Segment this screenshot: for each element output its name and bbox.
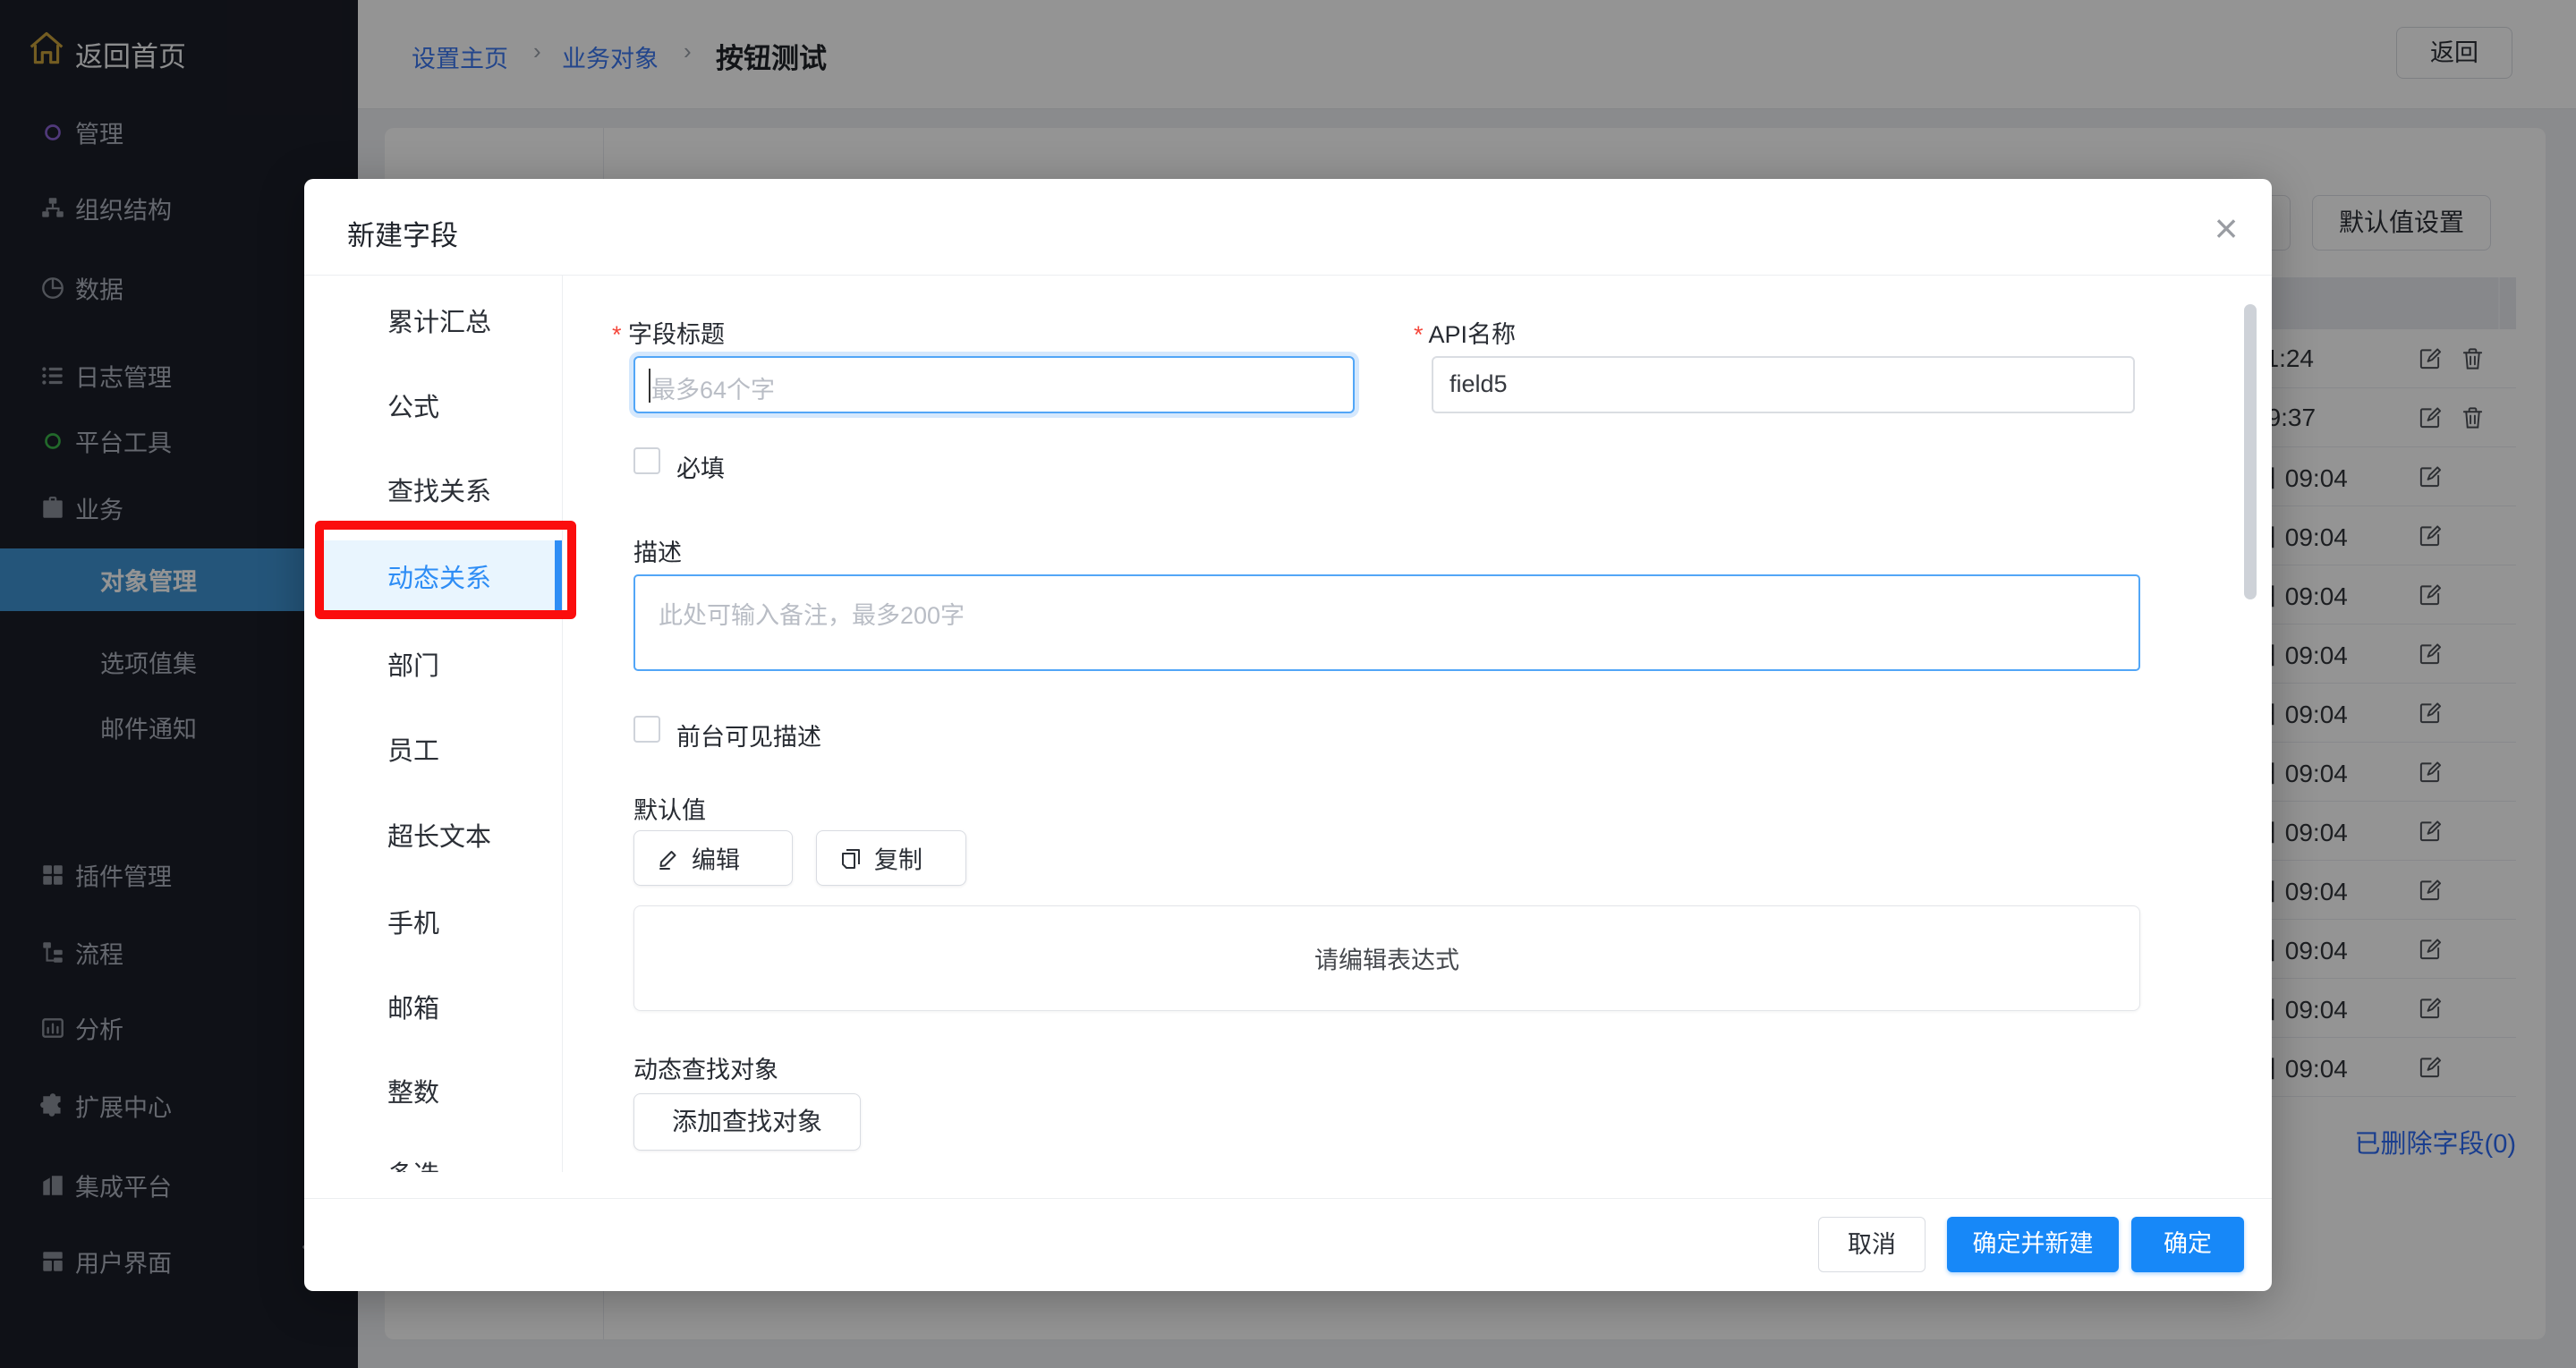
api-name-input[interactable]: field5 xyxy=(1432,356,2135,413)
tab-label: 员工 xyxy=(387,730,439,768)
tab-label: 超长文本 xyxy=(387,816,491,854)
tab-label: 邮箱 xyxy=(387,988,439,1025)
required-label[interactable]: 必填 xyxy=(676,449,725,484)
field-type-tab-3[interactable]: 查找关系 xyxy=(304,454,562,525)
tab-rail-divider xyxy=(562,275,563,1172)
expression-placeholder: 请编辑表达式 xyxy=(634,941,2139,976)
field-type-tab-11[interactable]: 多选 xyxy=(304,1137,562,1172)
tab-label: 多选 xyxy=(387,1154,439,1172)
front-visible-checkbox[interactable] xyxy=(633,716,660,743)
modal-scrollbar[interactable] xyxy=(2244,304,2257,599)
copy-button[interactable]: 复制 xyxy=(816,830,966,886)
tab-label: 整数 xyxy=(387,1072,439,1109)
tab-label: 动态关系 xyxy=(387,557,491,595)
field-type-tab-list: 累计汇总公式查找关系动态关系部门员工超长文本手机邮箱整数多选 xyxy=(304,275,562,1172)
edit-button-label: 编辑 xyxy=(692,841,740,876)
field-title-label: 字段标题 xyxy=(612,315,725,350)
cancel-button[interactable]: 取消 xyxy=(1818,1217,1926,1272)
add-lookup-object-button[interactable]: 添加查找对象 xyxy=(633,1093,861,1151)
dynamic-lookup-label: 动态查找对象 xyxy=(633,1050,778,1085)
field-type-tab-2[interactable]: 公式 xyxy=(304,370,562,441)
active-tab-indicator xyxy=(555,540,562,612)
field-type-tab-1[interactable]: 累计汇总 xyxy=(304,285,562,356)
api-name-label: API名称 xyxy=(1414,315,1516,350)
tab-label: 公式 xyxy=(387,387,439,424)
tab-label: 查找关系 xyxy=(387,471,491,508)
field-type-tab-10[interactable]: 整数 xyxy=(304,1055,562,1126)
default-value-label: 默认值 xyxy=(633,791,706,826)
api-name-value: field5 xyxy=(1450,370,1508,398)
copy-button-label: 复制 xyxy=(874,841,922,876)
description-label: 描述 xyxy=(633,533,682,568)
text-caret xyxy=(649,369,650,403)
tab-label: 部门 xyxy=(387,645,439,683)
pencil-icon xyxy=(656,845,681,871)
field-type-tab-4[interactable]: 动态关系 xyxy=(320,540,562,612)
field-type-tab-6[interactable]: 员工 xyxy=(304,713,562,785)
copy-icon xyxy=(838,845,863,871)
tab-label: 累计汇总 xyxy=(387,302,491,339)
field-type-tab-9[interactable]: 邮箱 xyxy=(304,971,562,1042)
modal-header-divider xyxy=(304,275,2272,276)
description-textarea[interactable]: 此处可输入备注，最多200字 xyxy=(633,574,2140,671)
edit-button[interactable]: 编辑 xyxy=(633,830,793,886)
modal-title: 新建字段 xyxy=(347,213,458,253)
field-title-placeholder: 最多64个字 xyxy=(651,370,775,405)
confirm-button[interactable]: 确定 xyxy=(2131,1217,2244,1272)
required-checkbox[interactable] xyxy=(633,447,660,474)
field-title-input[interactable]: 最多64个字 xyxy=(633,356,1355,413)
expression-box[interactable]: 请编辑表达式 xyxy=(633,905,2140,1011)
field-type-tab-8[interactable]: 手机 xyxy=(304,886,562,957)
confirm-and-new-button[interactable]: 确定并新建 xyxy=(1947,1217,2119,1272)
modal-footer-divider xyxy=(304,1198,2272,1199)
field-type-tab-5[interactable]: 部门 xyxy=(304,628,562,700)
tab-label: 手机 xyxy=(387,903,439,940)
front-visible-label[interactable]: 前台可见描述 xyxy=(676,718,821,752)
description-placeholder: 此处可输入备注，最多200字 xyxy=(659,596,965,631)
close-icon[interactable]: × xyxy=(2203,206,2249,252)
field-type-tab-7[interactable]: 超长文本 xyxy=(304,799,562,871)
new-field-modal: 新建字段 × 累计汇总公式查找关系动态关系部门员工超长文本手机邮箱整数多选 字段… xyxy=(304,179,2272,1291)
